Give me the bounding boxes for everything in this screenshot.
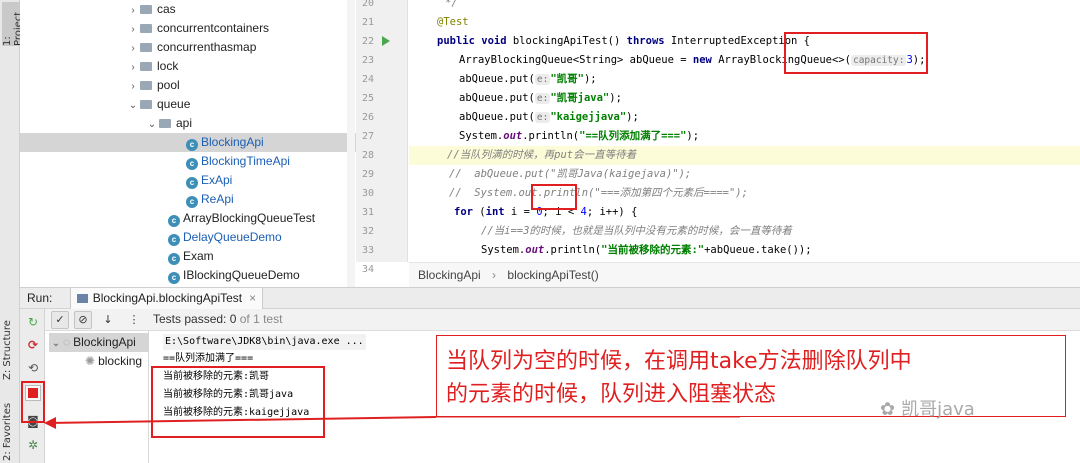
ide-window: { "side_tabs": {"project": "1: Project",… — [0, 0, 1080, 463]
watermark: ✿ 凯哥java — [880, 399, 975, 420]
annotation-arrow — [44, 416, 740, 429]
wechat-icon: ✿ — [880, 399, 896, 420]
